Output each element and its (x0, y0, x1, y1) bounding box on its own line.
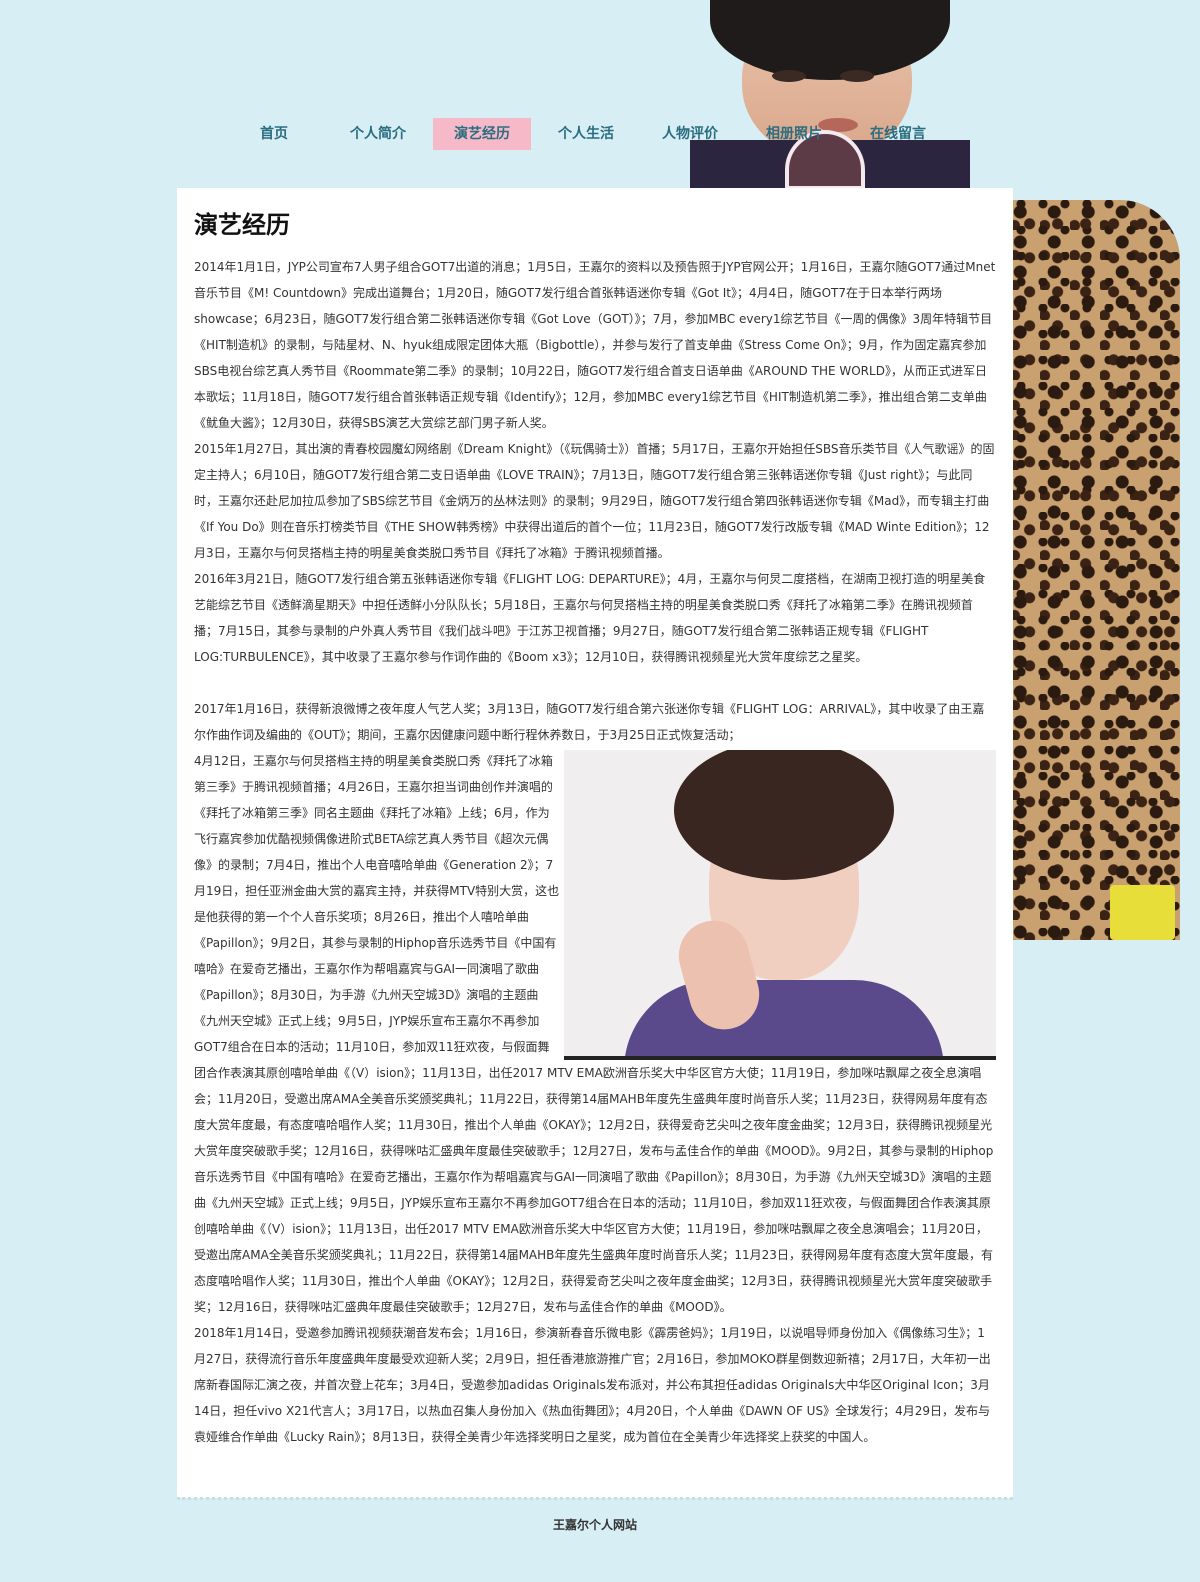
main-nav: 首页 个人简介 演艺经历 个人生活 人物评价 相册照片 在线留言 (225, 118, 953, 150)
nav-item-life[interactable]: 个人生活 (537, 118, 635, 150)
footer-divider (177, 1497, 1013, 1500)
nav-item-career[interactable]: 演艺经历 (433, 118, 531, 150)
paragraph-2016: 2016年3月21日，随GOT7发行组合第五张韩语迷你专辑《FLIGHT LOG… (194, 572, 986, 664)
paragraph-2015: 2015年1月27日，其出演的青春校园魔幻网络剧《Dream Knight》（《… (194, 442, 995, 560)
paragraph-2017-intro: 2017年1月16日，获得新浪微博之夜年度人气艺人奖；3月13日，随GOT7发行… (194, 702, 985, 742)
paragraph-2018: 2018年1月14日，受邀参加腾讯视频获潮音发布会；1月16日，参演新春音乐微电… (194, 1326, 991, 1444)
nav-item-guestbook[interactable]: 在线留言 (849, 118, 947, 150)
portrait-photo (564, 750, 996, 1060)
header-portrait-image (690, 0, 970, 190)
nav-item-gallery[interactable]: 相册照片 (745, 118, 843, 150)
nav-item-reviews[interactable]: 人物评价 (641, 118, 739, 150)
paragraph-2014: 2014年1月1日，JYP公司宣布7人男子组合GOT7出道的消息；1月5日，王嘉… (194, 260, 996, 430)
nav-item-home[interactable]: 首页 (225, 118, 323, 150)
side-portrait-chair (1110, 885, 1175, 940)
footer-text: 王嘉尔个人网站 (552, 1518, 637, 1532)
side-portrait-image (1010, 200, 1180, 940)
nav-item-profile[interactable]: 个人简介 (329, 118, 427, 150)
content-panel: 演艺经历 2014年1月1日，JYP公司宣布7人男子组合GOT7出道的消息；1月… (177, 188, 1013, 1498)
page-title: 演艺经历 (194, 211, 290, 239)
